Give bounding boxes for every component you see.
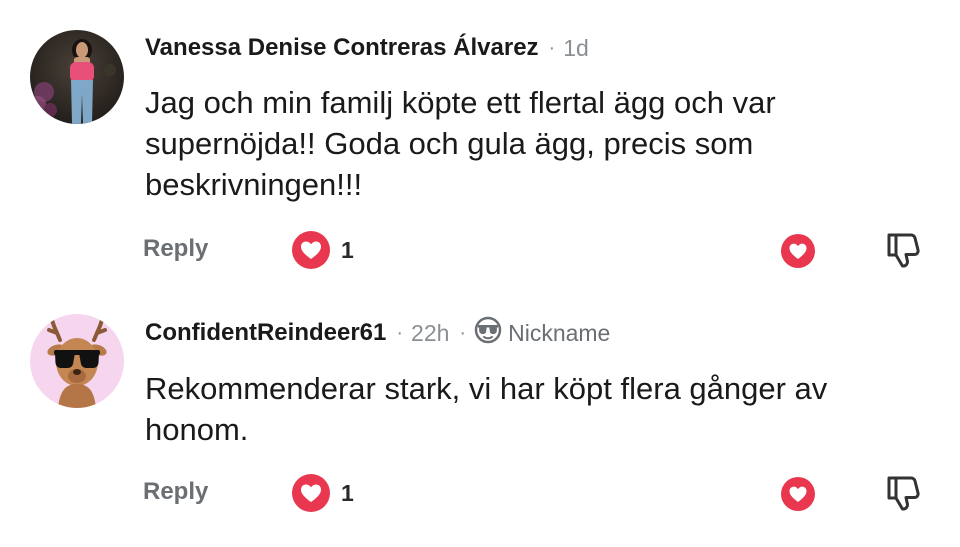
comment-header: ConfidentReindeer61 · 22h · Nickname — [145, 316, 610, 350]
dislike-button[interactable] — [884, 230, 922, 275]
heart-react-button[interactable] — [780, 476, 816, 517]
timestamp: 22h — [411, 319, 450, 346]
heart-icon — [781, 234, 815, 268]
dislike-button[interactable] — [884, 473, 922, 518]
sunglasses-face-icon — [474, 316, 502, 350]
timestamp: 1d — [563, 34, 589, 61]
reindeer-avatar-icon — [30, 314, 124, 408]
comment: ConfidentReindeer61 · 22h · Nickname Rek… — [0, 290, 960, 547]
reply-button[interactable]: Reply — [143, 478, 208, 506]
like-count: 1 — [341, 236, 354, 263]
user-avatar[interactable] — [30, 30, 124, 124]
separator-dot: · — [459, 321, 467, 344]
like-button[interactable]: 1 — [291, 473, 354, 513]
heart-icon — [292, 474, 330, 512]
comment-body: Jag och min familj köpte ett flertal ägg… — [145, 85, 776, 202]
heart-icon — [781, 477, 815, 511]
comment-body: Rekommenderar stark, vi har köpt flera g… — [145, 371, 828, 447]
separator-dot: · — [396, 321, 404, 344]
comment-actions: Reply 1 — [0, 225, 960, 275]
username[interactable]: ConfidentReindeer61 — [145, 319, 386, 347]
heart-icon — [292, 231, 330, 269]
flair-label: Nickname — [508, 319, 611, 346]
comment: Vanessa Denise Contreras Álvarez · 1d Ja… — [0, 0, 960, 290]
like-button[interactable]: 1 — [291, 230, 354, 270]
thumbs-down-icon — [887, 233, 920, 268]
like-count: 1 — [341, 479, 354, 506]
user-avatar[interactable] — [30, 314, 124, 408]
heart-react-button[interactable] — [780, 233, 816, 274]
comment-header: Vanessa Denise Contreras Álvarez · 1d — [145, 33, 589, 63]
photo-avatar-icon — [30, 30, 124, 124]
reply-button[interactable]: Reply — [143, 235, 208, 263]
comment-actions: Reply 1 — [0, 468, 960, 518]
user-flair: Nickname — [474, 316, 610, 350]
username[interactable]: Vanessa Denise Contreras Álvarez — [145, 34, 539, 62]
thumbs-down-icon — [887, 476, 920, 511]
separator-dot: · — [548, 36, 556, 59]
